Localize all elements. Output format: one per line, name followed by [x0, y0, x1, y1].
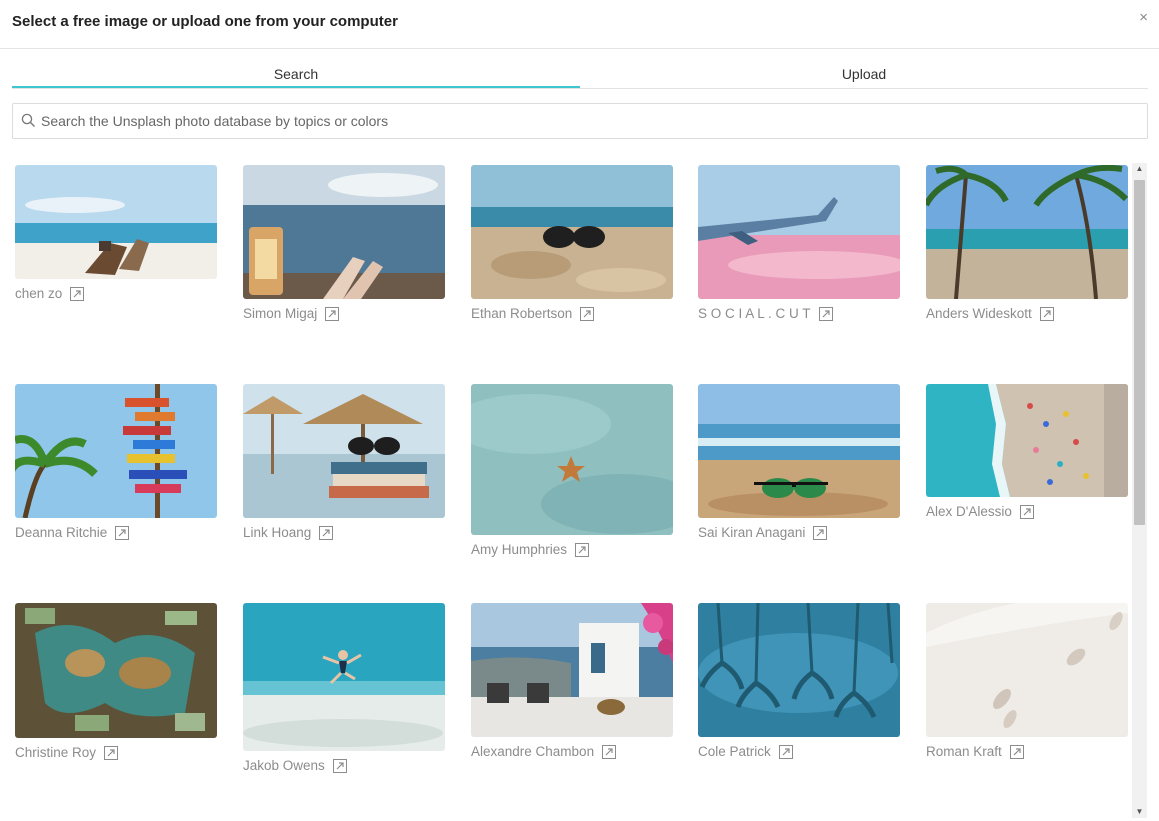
photo-card: Anders Wideskott [926, 165, 1129, 321]
photo-author-link[interactable]: Alex D'Alessio [926, 504, 1012, 519]
photo-author-link[interactable]: Anders Wideskott [926, 306, 1032, 321]
photo-card: Christine Roy [15, 603, 218, 760]
external-link-icon[interactable] [778, 744, 793, 759]
photo-thumbnail[interactable] [698, 603, 900, 737]
photo-caption: Alex D'Alessio [926, 504, 1129, 519]
scroll-up-arrow-icon[interactable]: ▲ [1132, 163, 1147, 175]
photo-author-link[interactable]: Sai Kiran Anagani [698, 525, 805, 540]
photo-author-link[interactable]: Ethan Robertson [471, 306, 572, 321]
photo-caption: Amy Humphries [471, 542, 674, 557]
external-link-icon[interactable] [1009, 744, 1024, 759]
external-link-icon[interactable] [575, 542, 590, 557]
photo-card: Roman Kraft [926, 603, 1129, 759]
photo-thumbnail[interactable] [471, 603, 673, 737]
photo-author-link[interactable]: S O C I A L . C U T [698, 306, 811, 321]
photo-card: chen zo [15, 165, 218, 301]
external-link-icon[interactable] [1039, 306, 1054, 321]
photo-thumbnail[interactable] [15, 165, 217, 279]
photo-card: S O C I A L . C U T [698, 165, 901, 321]
photo-card: Deanna Ritchie [15, 384, 218, 540]
photo-thumbnail[interactable] [15, 384, 217, 518]
photo-card: Alexandre Chambon [471, 603, 674, 759]
photo-card: Sai Kiran Anagani [698, 384, 901, 540]
external-link-icon[interactable] [115, 525, 130, 540]
external-link-icon[interactable] [332, 758, 347, 773]
photo-card: Ethan Robertson [471, 165, 674, 321]
tab-upload[interactable]: Upload [580, 62, 1148, 88]
photo-thumbnail[interactable] [698, 384, 900, 518]
photo-thumbnail[interactable] [243, 603, 445, 751]
dialog-header: Select a free image or upload one from y… [0, 0, 1159, 49]
tab-bar: Search Upload [12, 62, 1148, 89]
photo-caption: Deanna Ritchie [15, 525, 218, 540]
photo-caption: Ethan Robertson [471, 306, 674, 321]
photo-caption: Alexandre Chambon [471, 744, 674, 759]
close-icon[interactable]: × [1139, 10, 1148, 25]
external-link-icon[interactable] [602, 744, 617, 759]
photo-card: Cole Patrick [698, 603, 901, 759]
external-link-icon[interactable] [325, 306, 340, 321]
photo-author-link[interactable]: Jakob Owens [243, 758, 325, 773]
photo-author-link[interactable]: Christine Roy [15, 745, 96, 760]
photo-caption: Roman Kraft [926, 744, 1129, 759]
photo-card: Jakob Owens [243, 603, 446, 773]
photo-caption: Jakob Owens [243, 758, 446, 773]
external-link-icon[interactable] [104, 745, 119, 760]
photo-thumbnail[interactable] [243, 165, 445, 299]
photo-author-link[interactable]: Alexandre Chambon [471, 744, 594, 759]
photo-author-link[interactable]: Roman Kraft [926, 744, 1002, 759]
search-box [12, 103, 1148, 139]
photo-card: Simon Migaj [243, 165, 446, 321]
photo-thumbnail[interactable] [471, 165, 673, 299]
photo-caption: Cole Patrick [698, 744, 901, 759]
photo-author-link[interactable]: Cole Patrick [698, 744, 771, 759]
photo-thumbnail[interactable] [926, 603, 1128, 737]
photo-thumbnail[interactable] [15, 603, 217, 738]
search-icon [21, 113, 35, 127]
photo-author-link[interactable]: Simon Migaj [243, 306, 317, 321]
scroll-down-arrow-icon[interactable]: ▼ [1132, 806, 1147, 818]
photo-card: Link Hoang [243, 384, 446, 540]
external-link-icon[interactable] [818, 306, 833, 321]
photo-grid: chen zo Simon Migaj Ethan Robertson S O … [0, 160, 1132, 821]
tab-search[interactable]: Search [12, 62, 580, 88]
photo-caption: Sai Kiran Anagani [698, 525, 901, 540]
dialog-title: Select a free image or upload one from y… [12, 13, 398, 30]
photo-author-link[interactable]: chen zo [15, 286, 62, 301]
photo-author-link[interactable]: Amy Humphries [471, 542, 567, 557]
photo-thumbnail[interactable] [926, 384, 1128, 497]
photo-thumbnail[interactable] [926, 165, 1128, 299]
photo-caption: S O C I A L . C U T [698, 306, 901, 321]
photo-card: Alex D'Alessio [926, 384, 1129, 519]
external-link-icon[interactable] [70, 286, 85, 301]
photo-author-link[interactable]: Deanna Ritchie [15, 525, 107, 540]
photo-thumbnail[interactable] [698, 165, 900, 299]
photo-caption: Simon Migaj [243, 306, 446, 321]
external-link-icon[interactable] [813, 525, 828, 540]
scrollbar-thumb[interactable] [1134, 180, 1145, 525]
scrollbar[interactable]: ▲ ▼ [1132, 163, 1147, 818]
external-link-icon[interactable] [580, 306, 595, 321]
photo-caption: Christine Roy [15, 745, 218, 760]
photo-caption: Link Hoang [243, 525, 446, 540]
search-input[interactable] [41, 104, 1131, 138]
photo-thumbnail[interactable] [243, 384, 445, 518]
photo-caption: Anders Wideskott [926, 306, 1129, 321]
photo-author-link[interactable]: Link Hoang [243, 525, 311, 540]
external-link-icon[interactable] [319, 525, 334, 540]
photo-thumbnail[interactable] [471, 384, 673, 535]
photo-card: Amy Humphries [471, 384, 674, 557]
external-link-icon[interactable] [1019, 504, 1034, 519]
photo-caption: chen zo [15, 286, 218, 301]
